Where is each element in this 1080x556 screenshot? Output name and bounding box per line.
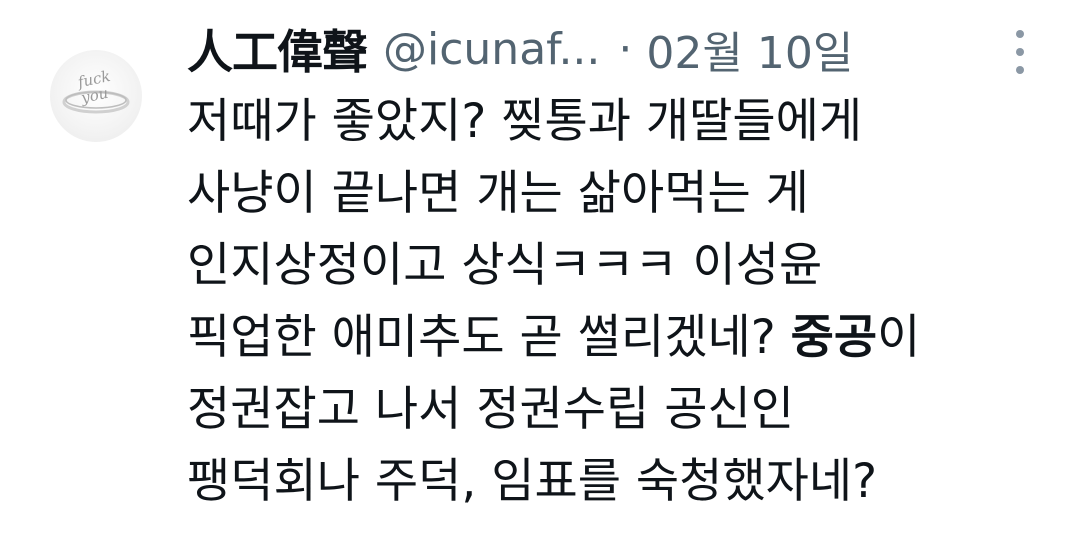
more-dot (1016, 30, 1024, 38)
tweet-text-line: 사냥이 끝나면 개는 삶아먹는 게 (187, 166, 809, 221)
tweet-date[interactable]: 02월 10일 (646, 17, 853, 81)
tweet-text-line: 인지상정이고 상식ㅋㅋㅋ 이성윤 (187, 238, 823, 293)
ring-image: fuck you (62, 67, 130, 114)
tweet[interactable]: fuck you 人工偉聲 @icunaf... · 02월 10일 저때가 좋… (0, 0, 1080, 556)
tweet-header: 人工偉聲 @icunaf... · 02월 10일 (187, 14, 853, 84)
user-handle[interactable]: @icunaf... (383, 24, 600, 75)
tweet-text-segment: 이 (877, 310, 921, 365)
display-name[interactable]: 人工偉聲 (187, 16, 368, 82)
highlighted-keyword: 중공 (790, 310, 878, 365)
tweet-text-line: 팽덕회나 주덕, 임표를 숙청했자네? (187, 454, 878, 509)
tweet-text-line: 정권잡고 나서 정권수립 공신인 (187, 382, 794, 437)
avatar[interactable]: fuck you (50, 50, 142, 142)
separator-dot: · (618, 23, 633, 75)
tweet-text-segment: 픽업한 애미추도 곧 썰리겠네? (187, 310, 791, 365)
tweet-text: 저때가 좋았지? 찢통과 개딸들에게 사냥이 끝나면 개는 삶아먹는 게 인지상… (187, 86, 1067, 518)
tweet-text-line: 픽업한 애미추도 곧 썰리겠네? 중공이 (187, 302, 1067, 374)
more-vertical-icon[interactable] (1010, 30, 1030, 74)
more-dot (1016, 48, 1024, 56)
more-dot (1016, 66, 1024, 74)
tweet-text-line: 저때가 좋았지? 찢통과 개딸들에게 (187, 94, 863, 149)
